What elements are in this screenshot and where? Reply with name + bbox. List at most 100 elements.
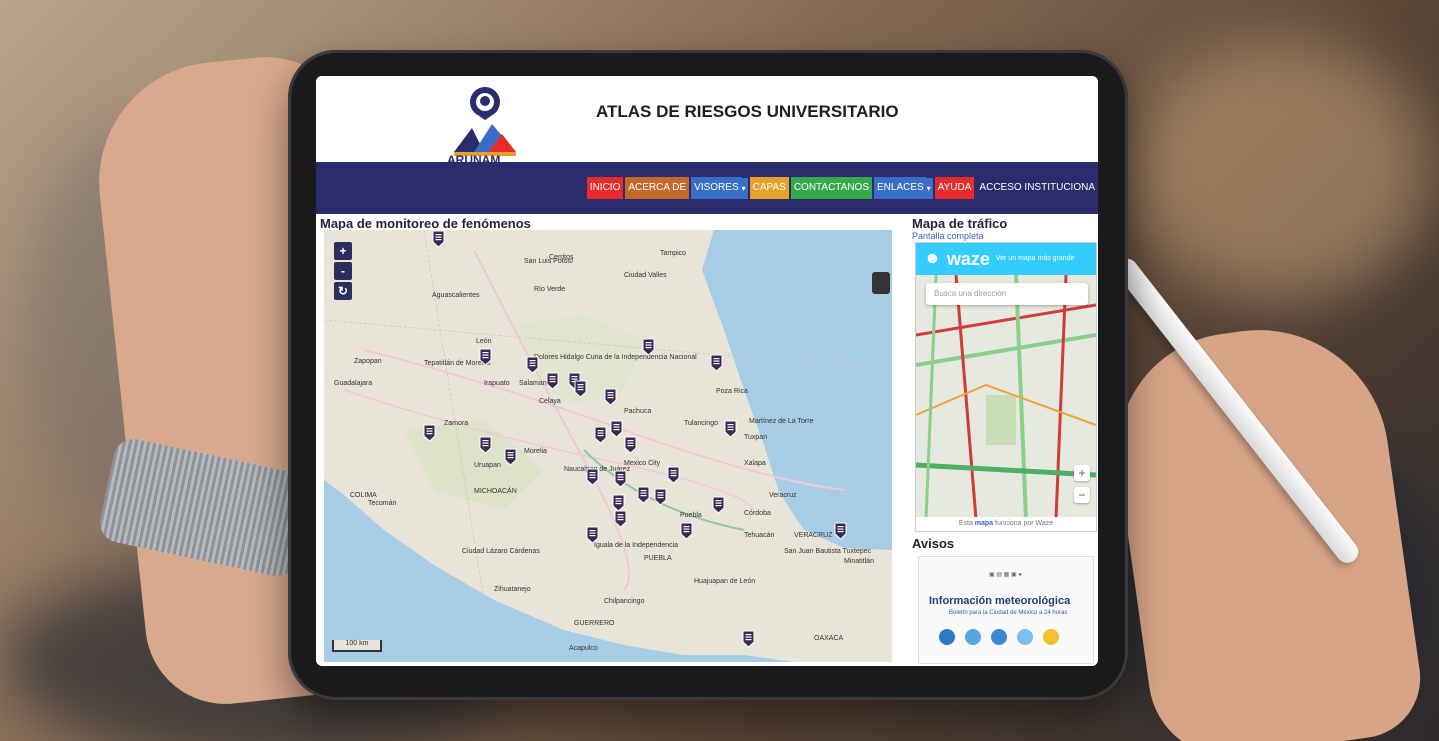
nav-item-contactanos[interactable]: CONTACTANOS bbox=[790, 177, 872, 199]
map-place-label: Ciudad Valles bbox=[624, 272, 667, 279]
map-place-label: Poza Rica bbox=[716, 388, 748, 395]
hazard-marker-icon[interactable] bbox=[624, 436, 637, 454]
nav-item-acerca-de[interactable]: ACERCA DE bbox=[625, 177, 690, 199]
nav-item-ayuda[interactable]: AYUDA bbox=[934, 177, 975, 199]
hazard-marker-icon[interactable] bbox=[637, 486, 650, 504]
map-place-label: Veracruz bbox=[769, 492, 797, 499]
map-place-label: Irapuato bbox=[484, 380, 510, 387]
weather-icons bbox=[939, 629, 1059, 645]
map-place-label: Morelia bbox=[524, 448, 547, 455]
hazard-marker-icon[interactable] bbox=[574, 380, 587, 398]
arunam-logo[interactable] bbox=[446, 82, 524, 162]
traffic-title: Mapa de tráfico bbox=[912, 216, 1008, 231]
map-place-label: MICHOACÁN bbox=[474, 488, 517, 495]
map-place-label: Ciudad Lázaro Cárdenas bbox=[462, 548, 540, 555]
hazard-marker-icon[interactable] bbox=[504, 448, 517, 466]
logo-text: ARUNAM bbox=[447, 153, 501, 167]
hazard-marker-icon[interactable] bbox=[610, 420, 623, 438]
hazard-marker-icon[interactable] bbox=[834, 522, 847, 540]
hazard-marker-icon[interactable] bbox=[594, 426, 607, 444]
hazard-marker-icon[interactable] bbox=[614, 510, 627, 528]
hazard-marker-icon[interactable] bbox=[604, 388, 617, 406]
map-title: Mapa de monitoreo de fenómenos bbox=[320, 216, 531, 231]
traffic-roads bbox=[916, 275, 1096, 519]
hazard-marker-icon[interactable] bbox=[586, 468, 599, 486]
map-place-label: COLIMA bbox=[350, 492, 377, 499]
chevron-down-icon: ▾ bbox=[924, 177, 933, 199]
monitoring-map[interactable]: + - ↻ San Luis Potosí Ciudad Valles Aguasc… bbox=[324, 230, 892, 662]
map-place-label: Zihuatanejo bbox=[494, 586, 531, 593]
zoom-out-button[interactable]: - bbox=[334, 262, 352, 280]
hazard-marker-icon[interactable] bbox=[586, 526, 599, 544]
waze-header: ☻ waze Ver un mapa más grande bbox=[916, 243, 1096, 275]
map-place-label: Dolores Hidalgo Cuna de la Independencia… bbox=[534, 354, 697, 361]
map-place-label: Martínez de La Torre bbox=[749, 418, 814, 425]
map-place-label: Aguascalientes bbox=[432, 292, 480, 299]
hazard-marker-icon[interactable] bbox=[546, 372, 559, 390]
nav-item-acceso-instituciona[interactable]: ACCESO INSTITUCIONA bbox=[976, 177, 1098, 199]
map-place-label: Cerritos bbox=[549, 254, 574, 261]
nav-item-capas[interactable]: CAPAS bbox=[749, 177, 789, 199]
map-place-label: Acapulco bbox=[569, 645, 598, 652]
main-navbar: INICIO ACERCA DE VISORES ▾ CAPAS CONTACTANOS E… bbox=[316, 162, 1098, 214]
map-place-label: Uruapan bbox=[474, 462, 501, 469]
right-hand bbox=[1102, 313, 1428, 741]
sun-icon bbox=[1043, 629, 1059, 645]
weather-notice-card[interactable]: ▣ ▤ ▦ ▣ ● Información meteorológica Bole… bbox=[918, 556, 1094, 664]
hazard-marker-icon[interactable] bbox=[642, 338, 655, 356]
waze-widget[interactable]: ☻ waze Ver un mapa más grande Busca una … bbox=[915, 242, 1097, 532]
fullscreen-link[interactable]: Pantalla completa bbox=[912, 231, 1098, 241]
map-place-label: Minatitlán bbox=[844, 558, 874, 565]
hazard-marker-icon[interactable] bbox=[654, 488, 667, 506]
hazard-marker-icon[interactable] bbox=[742, 630, 755, 648]
nav-item-visores[interactable]: VISORES bbox=[691, 177, 742, 199]
map-place-label: Guadalajara bbox=[334, 380, 373, 387]
hazard-marker-icon[interactable] bbox=[680, 522, 693, 540]
map-place-label: PUEBLA bbox=[644, 555, 672, 562]
hazard-marker-icon[interactable] bbox=[667, 466, 680, 484]
hazard-marker-icon[interactable] bbox=[614, 470, 627, 488]
hazard-marker-icon[interactable] bbox=[479, 436, 492, 454]
site-header: ARUNAM ATLAS DE RIESGOS UNIVERSITARIO bbox=[316, 76, 1098, 167]
hazard-marker-icon[interactable] bbox=[710, 354, 723, 372]
waze-traffic-map[interactable]: Busca una dirección + − bbox=[916, 275, 1096, 519]
zoom-in-button[interactable]: + bbox=[334, 242, 352, 260]
reset-view-button[interactable]: ↻ bbox=[334, 282, 352, 300]
map-place-label: Córdoba bbox=[744, 510, 771, 517]
map-place-label: Tulancingo bbox=[684, 420, 718, 427]
avisos-title: Avisos bbox=[912, 536, 955, 551]
background-blur bbox=[1130, 40, 1430, 300]
weather-subheading: Boletín para la Ciudad de México a 24 ho… bbox=[949, 610, 1068, 616]
cloud-icon bbox=[991, 629, 1007, 645]
nav-item-inicio[interactable]: INICIO bbox=[586, 177, 624, 199]
chevron-down-icon: ▾ bbox=[739, 177, 748, 199]
map-place-label: León bbox=[476, 338, 492, 345]
hazard-marker-icon[interactable] bbox=[432, 230, 445, 248]
hazard-marker-icon[interactable] bbox=[712, 496, 725, 514]
hazard-marker-icon[interactable] bbox=[724, 420, 737, 438]
waze-bigger-map-link[interactable]: Ver un mapa más grande bbox=[996, 255, 1075, 263]
waze-zoom-in-button[interactable]: + bbox=[1074, 465, 1090, 481]
hazard-marker-icon[interactable] bbox=[526, 356, 539, 374]
map-place-label: Chilpancingo bbox=[604, 598, 645, 605]
waze-footer-prefix: Esta bbox=[958, 520, 973, 527]
map-place-label: Puebla bbox=[680, 512, 702, 519]
weather-heading: Información meteorológica bbox=[929, 595, 1071, 607]
map-place-label: Xalapa bbox=[744, 460, 766, 467]
map-place-label: Pachuca bbox=[624, 408, 652, 415]
map-place-label: Tampico bbox=[660, 250, 687, 257]
map-place-label: Celaya bbox=[539, 398, 561, 405]
waze-footer-link[interactable]: mapa bbox=[975, 520, 993, 527]
waze-search-input[interactable]: Busca una dirección bbox=[926, 283, 1088, 305]
waze-logo[interactable]: waze bbox=[947, 249, 990, 270]
map-place-label: Iguala de la Independencia bbox=[594, 542, 679, 549]
layers-list-icon[interactable] bbox=[872, 272, 890, 294]
map-place-label: VERACRUZ bbox=[794, 532, 833, 539]
map-place-label: Zapopan bbox=[354, 358, 382, 365]
hazard-marker-icon[interactable] bbox=[479, 348, 492, 366]
waze-zoom-out-button[interactable]: − bbox=[1074, 487, 1090, 503]
hazard-marker-icon[interactable] bbox=[423, 424, 436, 442]
nav-item-enlaces[interactable]: ENLACES bbox=[874, 177, 927, 199]
storm-icon bbox=[939, 629, 955, 645]
map-place-label: Tehuacán bbox=[744, 532, 775, 539]
